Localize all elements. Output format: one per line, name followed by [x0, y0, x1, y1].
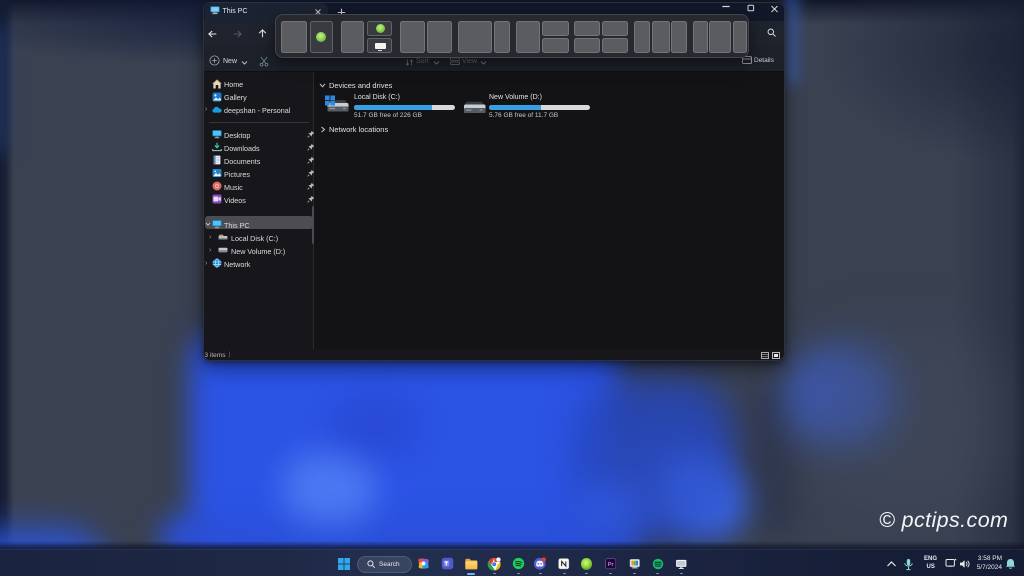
svg-text:Pr: Pr [607, 562, 614, 568]
